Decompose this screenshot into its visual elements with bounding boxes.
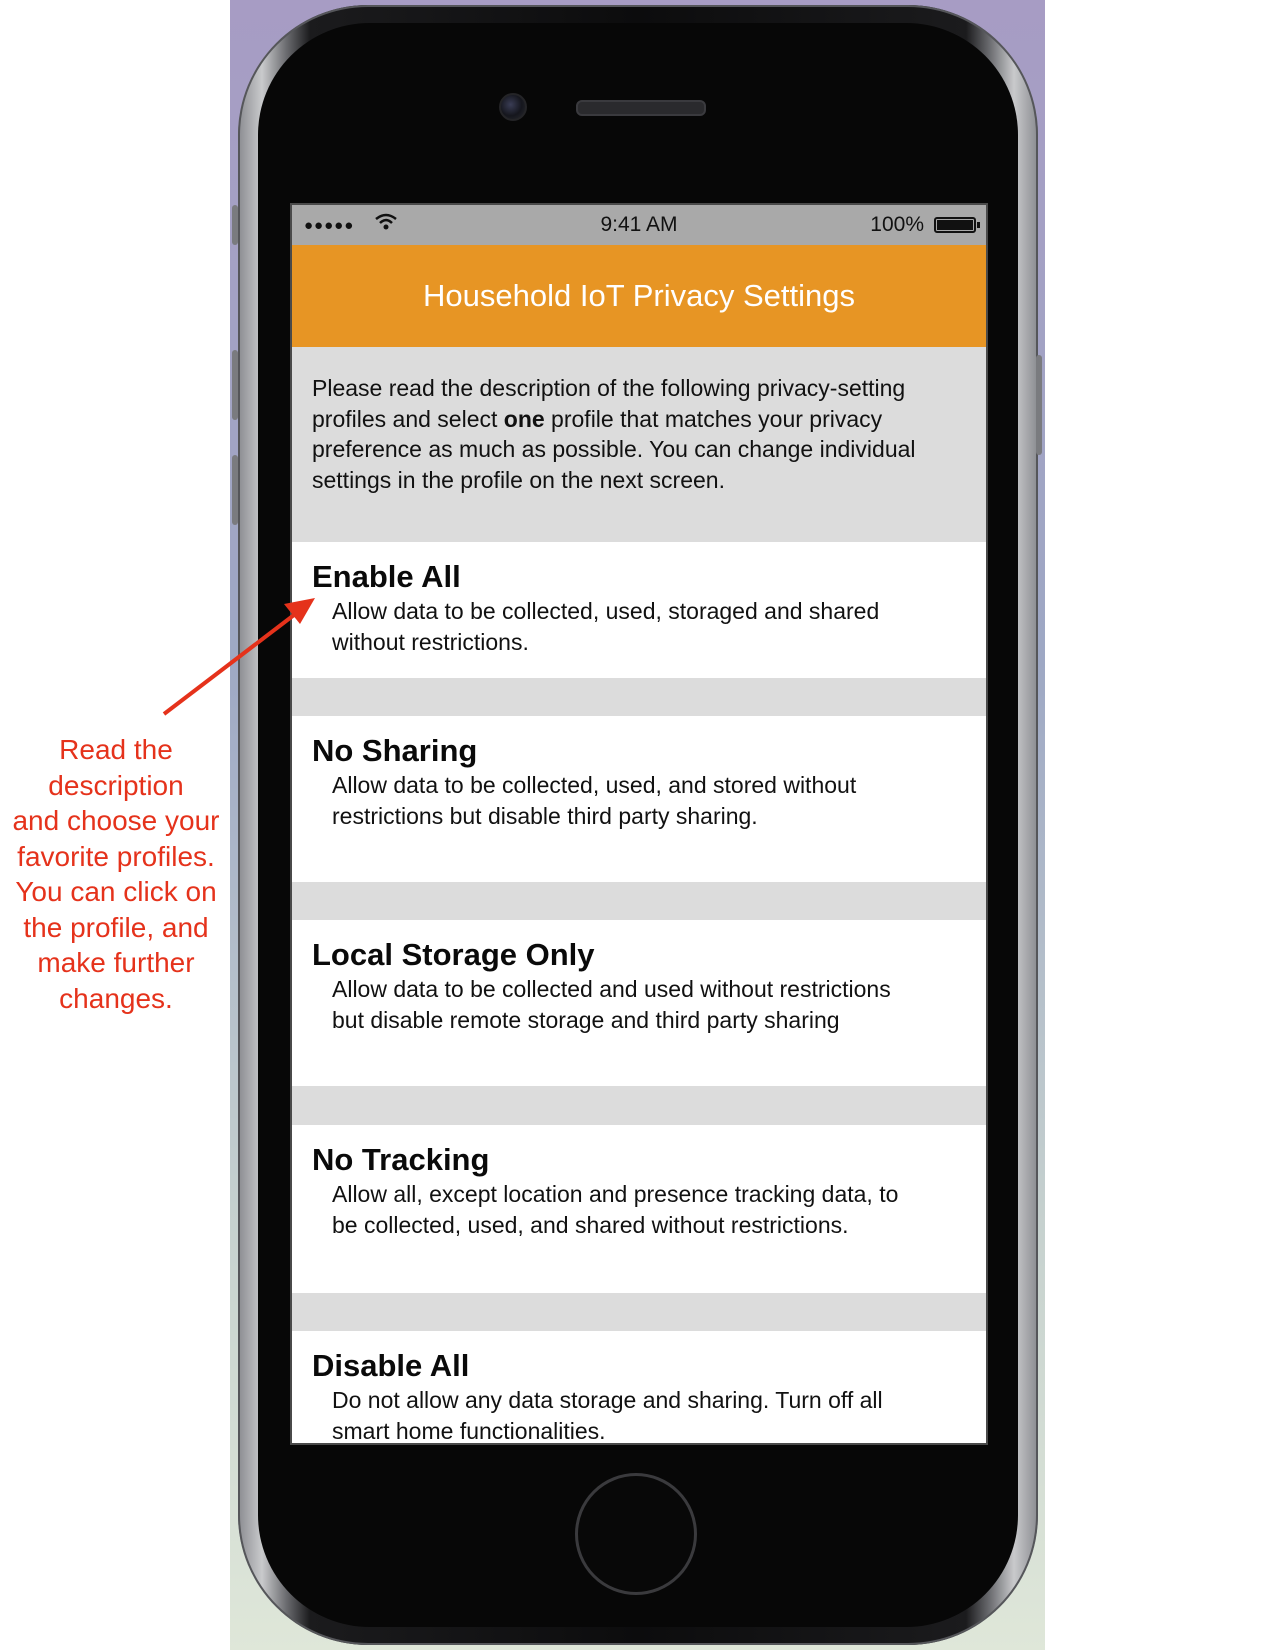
annotation-arrow: [162, 598, 315, 716]
